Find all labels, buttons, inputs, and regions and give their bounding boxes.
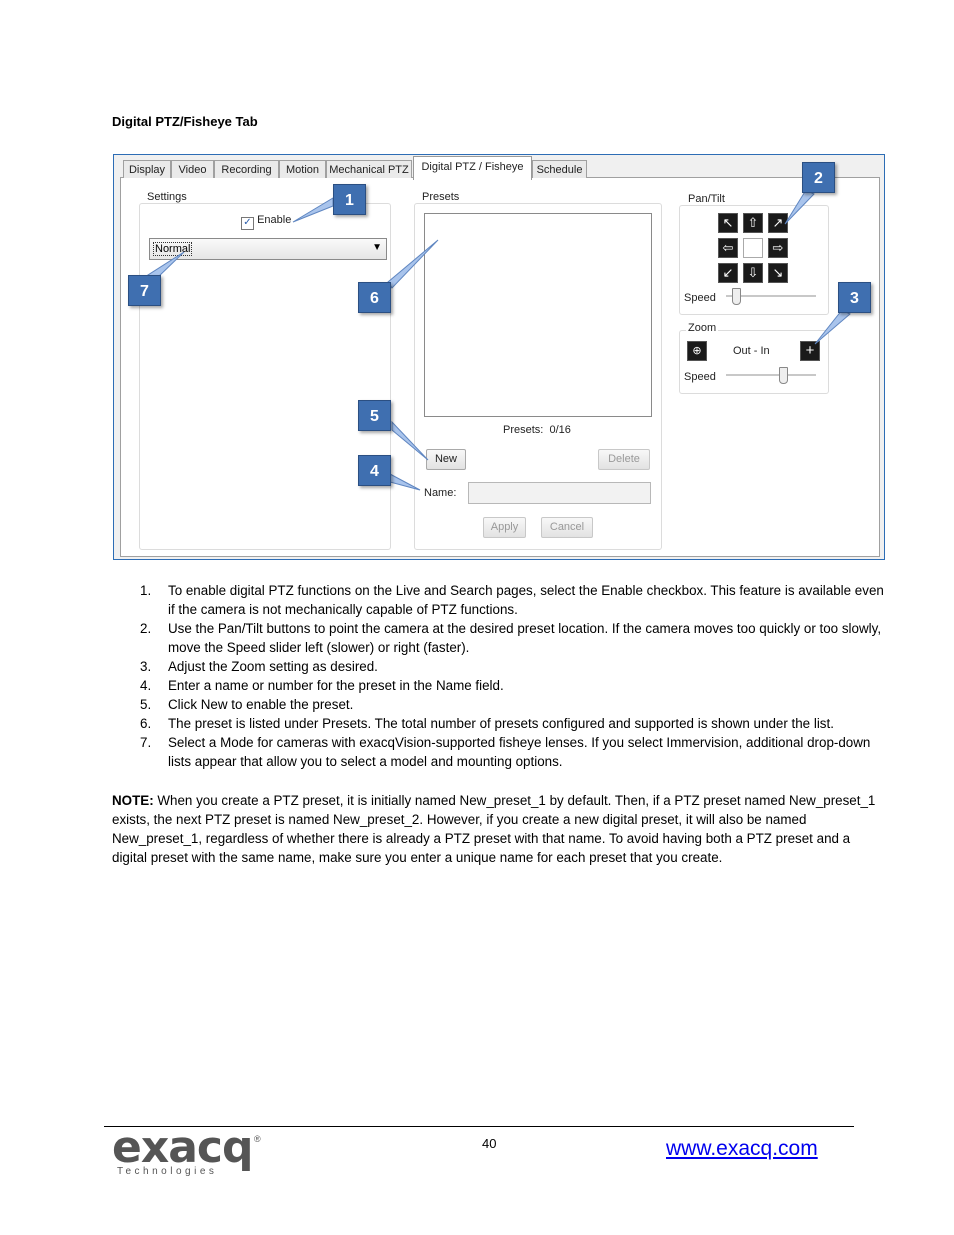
step-item: 6. The preset is listed under Presets. Th… [140,716,834,731]
callout-1: 1 [333,184,366,215]
leader-3 [814,309,851,345]
note-text: When you create a PTZ preset, it is init… [112,793,876,865]
callout-4: 4 [358,455,391,486]
step-item: 1. To enable digital PTZ functions on the… [140,583,884,617]
step-item: 7. Select a Mode for cameras with exacqVi… [140,735,871,769]
callout-2: 2 [802,162,835,193]
logo-registered: ® [254,1134,261,1144]
exacq-logo: exacq ® Technologies [112,1122,262,1180]
note-paragraph: NOTE: When you create a PTZ preset, it i… [112,791,887,867]
page-number: 40 [482,1136,497,1151]
leader-2 [784,189,815,225]
callout-3: 3 [838,282,871,313]
callout-7: 7 [128,275,161,306]
callout-5: 5 [358,400,391,431]
steps-list: 1. To enable digital PTZ functions on the… [112,581,887,771]
note-label: NOTE: [112,793,154,808]
step-item: 3. Adjust the Zoom setting as desired. [140,659,378,674]
step-item: 5. Click New to enable the preset. [140,697,354,712]
leader-4 [389,473,421,491]
logo-subtitle: Technologies [117,1166,218,1177]
step-item: 2. Use the Pan/Tilt buttons to point the … [140,621,882,655]
tab-digital-ptz-fisheye[interactable]: Digital PTZ / Fisheye [413,156,532,180]
leader-5 [391,420,429,461]
leader-6 [387,239,439,289]
leader-1 [292,197,334,223]
step-item: 4. Enter a name or number for the preset … [140,678,504,693]
website-link[interactable]: www.exacq.com [666,1137,818,1161]
callout-6: 6 [358,282,391,313]
